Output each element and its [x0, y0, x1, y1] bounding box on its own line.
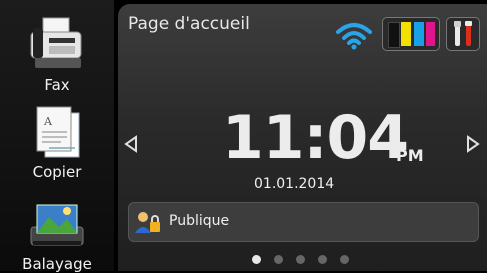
copier-button[interactable]: A Copier	[0, 97, 114, 187]
clock-meridiem: PM	[396, 146, 424, 165]
ink-magenta-bar	[426, 22, 435, 46]
fax-label: Fax	[44, 76, 70, 94]
page-dot[interactable]	[318, 255, 327, 264]
svg-text:A: A	[43, 115, 53, 128]
ink-levels-button[interactable]	[382, 17, 440, 51]
next-page-arrow-icon[interactable]	[466, 135, 480, 153]
copy-document-icon: A	[36, 106, 80, 158]
ink-black-bar	[388, 22, 400, 48]
scan-button[interactable]: Balayage	[0, 189, 114, 273]
clock-time: 11:04	[222, 103, 409, 173]
page-dot[interactable]	[340, 255, 349, 264]
settings-button[interactable]	[446, 17, 480, 51]
scan-label: Balayage	[22, 255, 92, 273]
fax-button[interactable]: Fax	[0, 0, 114, 95]
page-title: Page d'accueil	[128, 14, 250, 34]
clock-date: 01.01.2014	[254, 176, 335, 192]
printer-touchscreen: Fax A Copier Balayage Page d'accueil 11:…	[0, 0, 487, 273]
function-sidebar: Fax A Copier Balayage	[0, 0, 114, 273]
wifi-icon[interactable]	[336, 22, 372, 50]
settings-tools-icon	[454, 21, 472, 46]
page-dot[interactable]	[252, 255, 261, 264]
scanner-icon	[30, 204, 84, 246]
user-lock-icon	[135, 212, 160, 233]
fax-machine-icon	[30, 17, 82, 68]
page-dot[interactable]	[274, 255, 283, 264]
ink-cyan-bar	[414, 22, 424, 46]
user-label: Publique	[169, 213, 230, 229]
user-account-button[interactable]: Publique	[128, 202, 479, 242]
ink-yellow-bar	[401, 22, 411, 46]
page-dot[interactable]	[296, 255, 305, 264]
previous-page-arrow-icon[interactable]	[124, 135, 138, 153]
copier-label: Copier	[32, 163, 82, 181]
